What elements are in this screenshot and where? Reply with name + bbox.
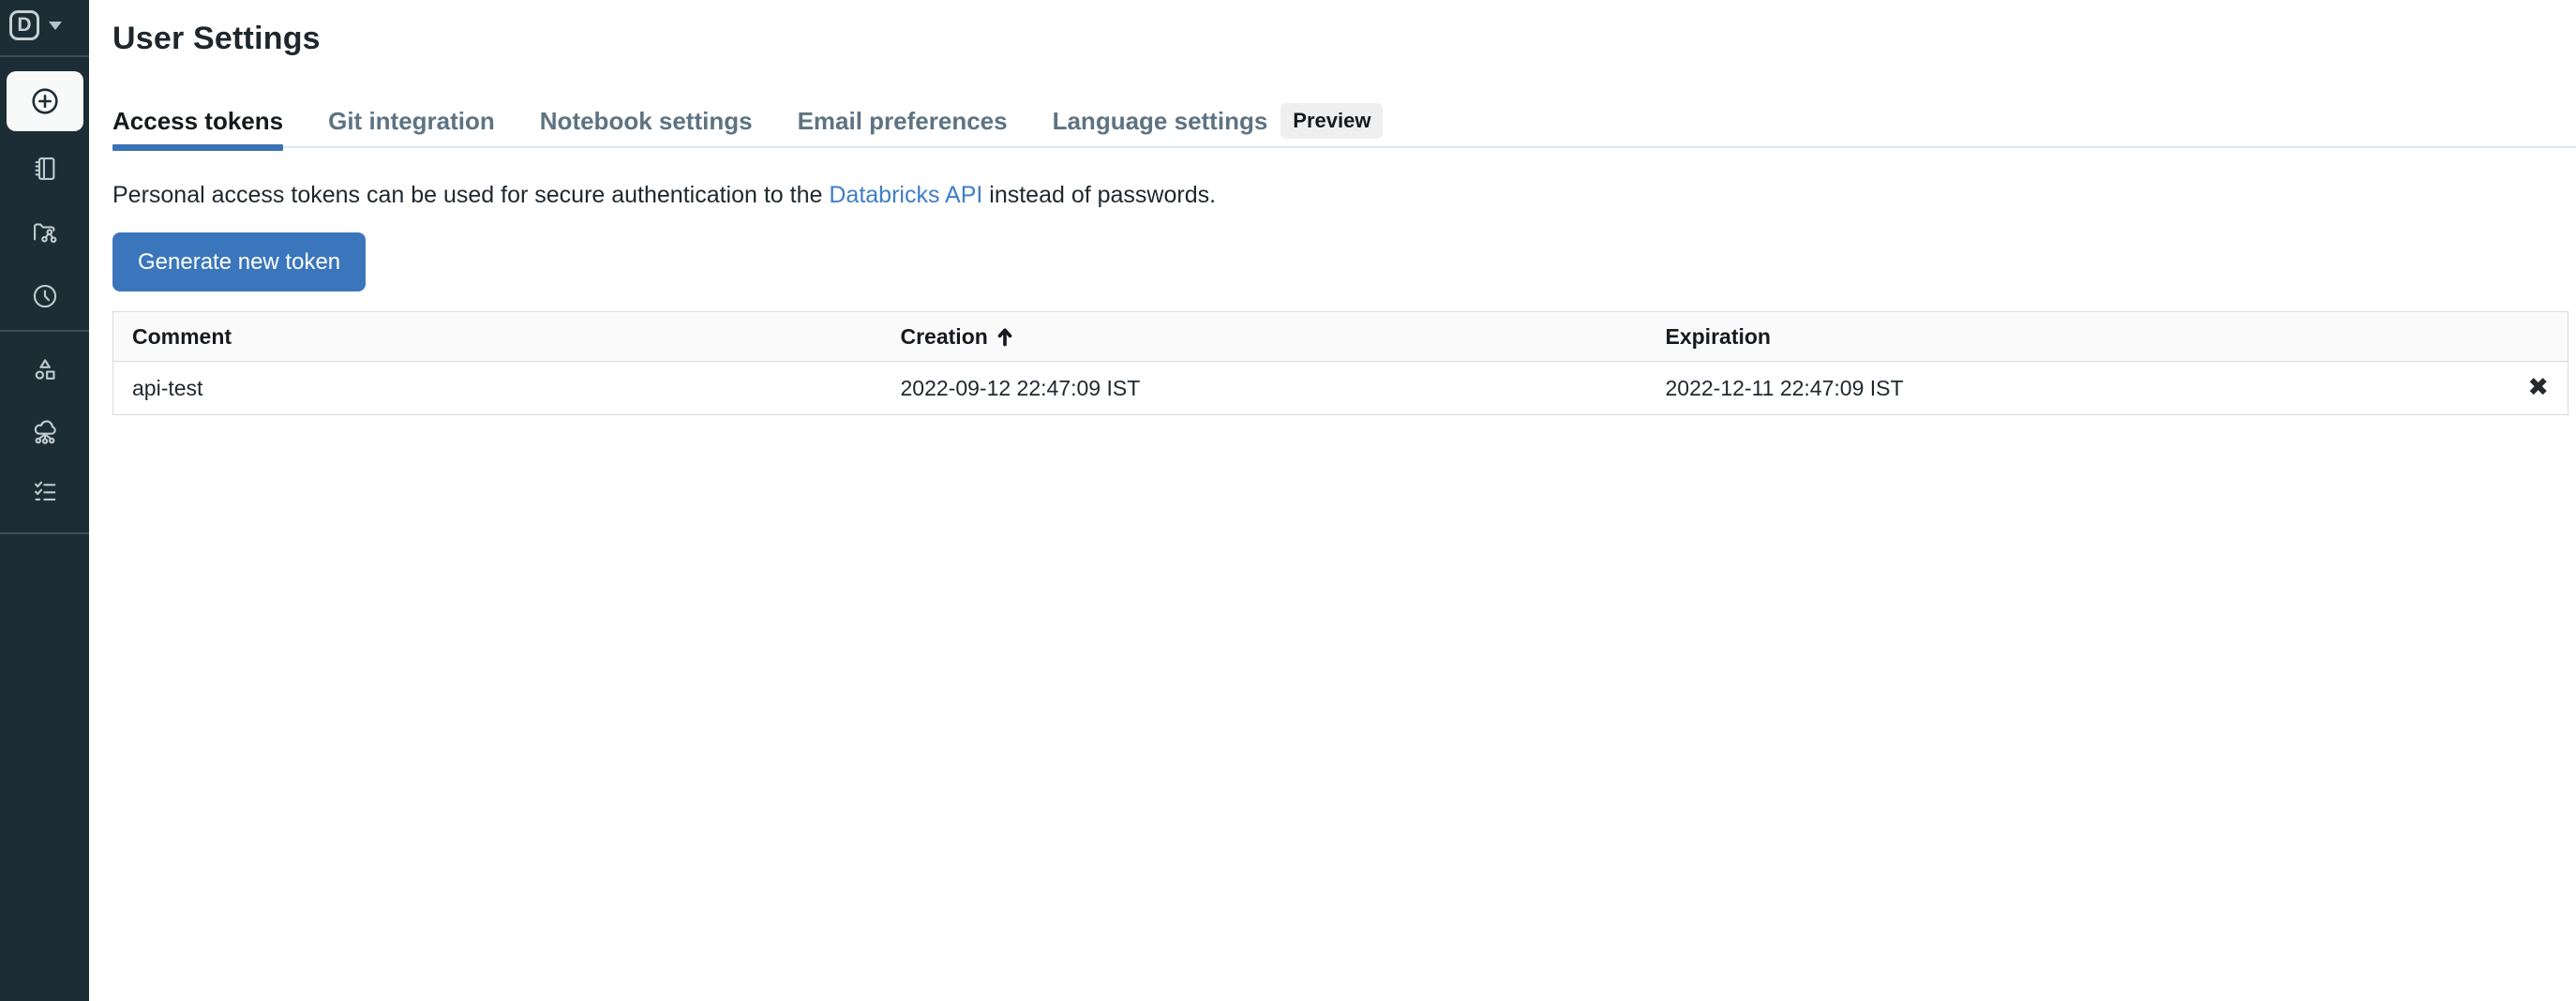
sidebar: D [0,0,89,1001]
app-window: D [0,0,2576,1001]
sidebar-item-compute[interactable] [29,416,61,448]
sidebar-divider [0,55,89,57]
tab-git-integration[interactable]: Git integration [328,107,495,146]
table-row: api-test 2022-09-12 22:47:09 IST 2022-12… [113,362,2569,415]
token-comment-cell: api-test [113,362,882,415]
databricks-logo-icon: D [9,10,39,40]
column-header-creation[interactable]: Creation [882,312,1647,362]
sort-ascending-icon [996,326,1014,347]
main-content: User Settings Access tokens Git integrat… [89,0,2576,1001]
tokens-description: Personal access tokens can be used for s… [112,183,2576,207]
chevron-down-icon [49,22,62,30]
table-header-row: Comment Creation Expiration [113,312,2569,362]
tab-access-tokens[interactable]: Access tokens [112,107,283,146]
token-expiration-cell: 2022-12-11 22:47:09 IST [1647,362,2494,415]
preview-badge: Preview [1281,103,1383,139]
column-header-actions [2494,312,2569,362]
tab-notebook-settings[interactable]: Notebook settings [540,107,753,146]
sidebar-item-workspace[interactable] [29,153,61,185]
logo-letter: D [17,14,31,37]
column-header-expiration[interactable]: Expiration [1647,312,2494,362]
databricks-api-link[interactable]: Databricks API [829,182,982,208]
clock-icon [30,281,60,311]
description-text: Personal access tokens can be used for s… [112,182,829,208]
sidebar-item-recents[interactable] [29,280,61,312]
generate-new-token-button[interactable]: Generate new token [112,232,366,291]
notebook-icon [30,154,60,184]
sidebar-divider [0,330,89,332]
sidebar-item-new[interactable] [7,71,83,131]
column-header-comment[interactable]: Comment [113,312,882,362]
tab-language-settings[interactable]: Language settings [1053,107,1268,146]
tab-bar: Access tokens Git integration Notebook s… [112,103,2576,148]
sidebar-item-repos[interactable] [29,217,61,248]
sidebar-item-workflows[interactable] [29,475,61,507]
folder-branch-icon [30,217,60,247]
tab-email-preferences[interactable]: Email preferences [798,107,1008,146]
token-actions-cell: ✖ [2494,362,2569,415]
token-creation-cell: 2022-09-12 22:47:09 IST [882,362,1647,415]
task-list-icon [30,476,60,506]
plus-circle-icon [28,84,62,118]
sidebar-item-data[interactable] [29,353,61,385]
tokens-table: Comment Creation Expiration api-test 202… [112,311,2569,415]
shapes-icon [30,354,60,384]
description-text: instead of passwords. [982,182,1216,208]
sidebar-divider [0,532,89,534]
workspace-switcher[interactable]: D [9,9,62,41]
cloud-cluster-icon [30,417,60,447]
page-title: User Settings [112,19,2576,58]
delete-token-icon[interactable]: ✖ [2527,373,2549,402]
